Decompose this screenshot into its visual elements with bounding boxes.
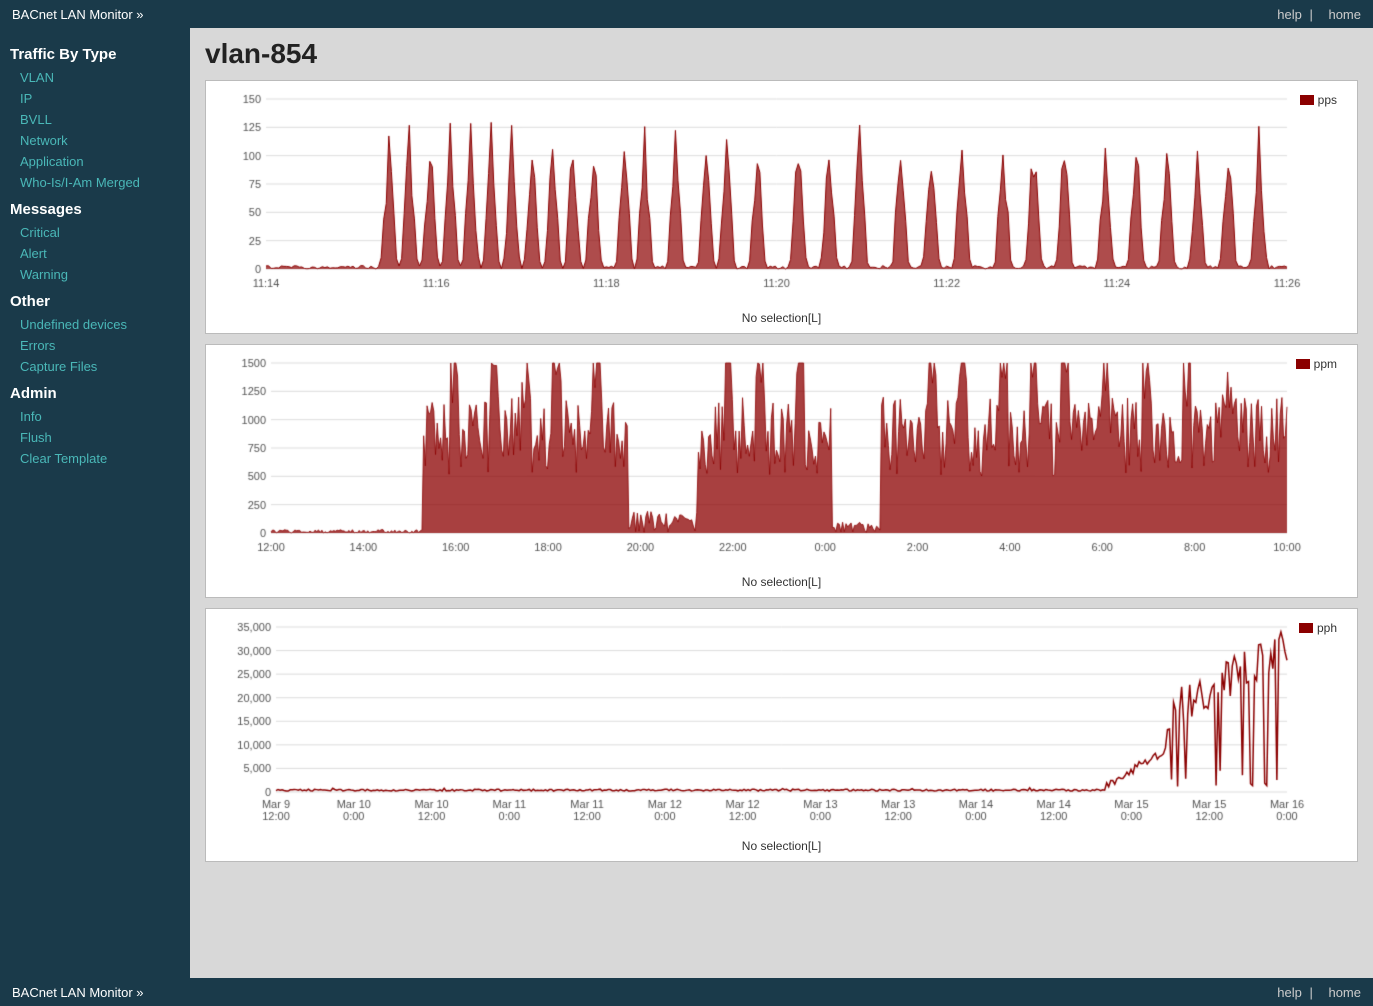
chart-pph-legend-label: pph	[1317, 621, 1337, 635]
chart-pps-container: pps No selection[L]	[205, 80, 1358, 334]
chart-pph-legend: pph	[1299, 621, 1337, 635]
chart-pps-legend-label: pps	[1318, 93, 1337, 107]
sidebar-item-critical[interactable]: Critical	[0, 222, 190, 243]
chart-ppm-canvas	[216, 353, 1347, 573]
sidebar-item-warning[interactable]: Warning	[0, 264, 190, 285]
sidebar-item-undefined-devices[interactable]: Undefined devices	[0, 314, 190, 335]
chart-ppm-legend-label: ppm	[1314, 357, 1337, 371]
chart-ppm-legend: ppm	[1296, 357, 1337, 371]
help-link[interactable]: help	[1277, 7, 1302, 22]
footer-separator: |	[1309, 985, 1312, 1000]
chart-pps-no-selection: No selection[L]	[216, 311, 1347, 325]
admin-section-title: Admin	[0, 377, 190, 406]
sidebar-item-network[interactable]: Network	[0, 130, 190, 151]
chart-pps-inner: pps	[216, 89, 1347, 309]
footer-home-link[interactable]: home	[1328, 985, 1361, 1000]
chart-ppm-legend-color	[1296, 359, 1310, 369]
sidebar-item-info[interactable]: Info	[0, 406, 190, 427]
chart-pph-legend-color	[1299, 623, 1313, 633]
footer-title: BACnet LAN Monitor »	[12, 985, 144, 1000]
sidebar-item-whois[interactable]: Who-Is/I-Am Merged	[0, 172, 190, 193]
footer-right: help | home	[1269, 985, 1361, 1000]
chart-pps-legend-color	[1300, 95, 1314, 105]
sidebar-item-ip[interactable]: IP	[0, 88, 190, 109]
home-link[interactable]: home	[1328, 7, 1361, 22]
chart-pph-container: pph No selection[L]	[205, 608, 1358, 862]
chart-pps-canvas	[216, 89, 1347, 309]
separator: |	[1309, 7, 1312, 22]
sidebar-item-application[interactable]: Application	[0, 151, 190, 172]
footer-help-link[interactable]: help	[1277, 985, 1302, 1000]
chart-ppm-no-selection: No selection[L]	[216, 575, 1347, 589]
top-bar: BACnet LAN Monitor » help | home	[0, 0, 1373, 28]
messages-section-title: Messages	[0, 193, 190, 222]
app-title: BACnet LAN Monitor »	[12, 7, 144, 22]
sidebar: Traffic By Type VLAN IP BVLL Network App…	[0, 28, 190, 978]
sidebar-item-alert[interactable]: Alert	[0, 243, 190, 264]
page-title: vlan-854	[205, 38, 1358, 70]
main-layout: Traffic By Type VLAN IP BVLL Network App…	[0, 28, 1373, 978]
chart-pph-inner: pph	[216, 617, 1347, 837]
content-area: vlan-854 pps No selection[L] ppm No s	[190, 28, 1373, 978]
chart-pph-no-selection: No selection[L]	[216, 839, 1347, 853]
chart-ppm-container: ppm No selection[L]	[205, 344, 1358, 598]
sidebar-item-vlan[interactable]: VLAN	[0, 67, 190, 88]
traffic-section-title: Traffic By Type	[0, 38, 190, 67]
sidebar-item-flush[interactable]: Flush	[0, 427, 190, 448]
sidebar-item-clear-template[interactable]: Clear Template	[0, 448, 190, 469]
footer: BACnet LAN Monitor » help | home	[0, 978, 1373, 1006]
sidebar-item-capture-files[interactable]: Capture Files	[0, 356, 190, 377]
chart-ppm-inner: ppm	[216, 353, 1347, 573]
chart-pps-legend: pps	[1300, 93, 1337, 107]
chart-pph-canvas	[216, 617, 1347, 837]
other-section-title: Other	[0, 285, 190, 314]
sidebar-item-errors[interactable]: Errors	[0, 335, 190, 356]
top-bar-right: help | home	[1269, 7, 1361, 22]
sidebar-item-bvll[interactable]: BVLL	[0, 109, 190, 130]
